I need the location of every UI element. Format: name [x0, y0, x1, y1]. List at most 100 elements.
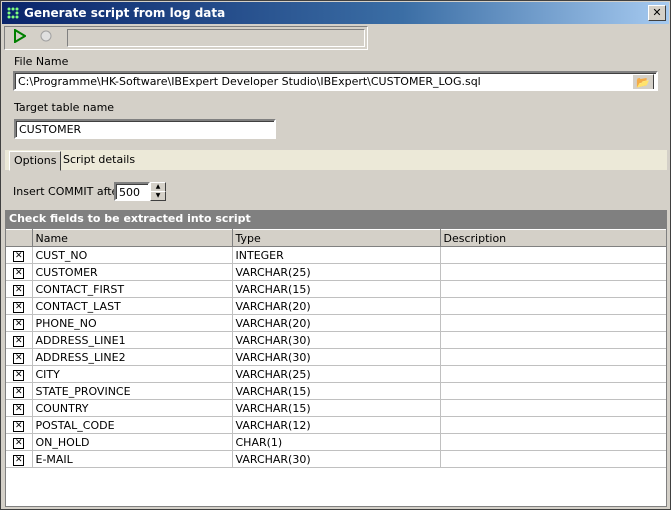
- cell-name[interactable]: CONTACT_FIRST: [32, 280, 233, 298]
- row-checkbox[interactable]: ✕: [13, 302, 25, 313]
- cell-type[interactable]: VARCHAR(20): [232, 314, 441, 332]
- close-button[interactable]: ✕: [648, 5, 666, 21]
- cell-name[interactable]: ON_HOLD: [32, 433, 233, 451]
- cell-type[interactable]: CHAR(1): [232, 433, 441, 451]
- cell-description[interactable]: [440, 314, 666, 332]
- row-checkbox[interactable]: ✕: [13, 268, 25, 279]
- row-checkbox-cell[interactable]: ✕: [6, 297, 33, 315]
- cell-description[interactable]: [440, 263, 666, 281]
- row-checkbox-cell[interactable]: ✕: [6, 314, 33, 332]
- column-header-type[interactable]: Type: [232, 229, 441, 247]
- cell-type[interactable]: VARCHAR(20): [232, 297, 441, 315]
- table-row[interactable]: ✕ STATE_PROVINCE VARCHAR(15): [6, 382, 666, 400]
- cell-type[interactable]: VARCHAR(12): [232, 416, 441, 434]
- row-checkbox-cell[interactable]: ✕: [6, 433, 33, 451]
- column-header-description[interactable]: Description: [440, 229, 666, 247]
- cell-name[interactable]: CUSTOMER: [32, 263, 233, 281]
- row-checkbox[interactable]: ✕: [13, 353, 25, 364]
- row-checkbox[interactable]: ✕: [13, 319, 25, 330]
- cell-name[interactable]: CONTACT_LAST: [32, 297, 233, 315]
- table-row[interactable]: ✕ ADDRESS_LINE1 VARCHAR(30): [6, 331, 666, 349]
- target-table-label: Target table name: [14, 101, 115, 114]
- cell-description[interactable]: [440, 416, 666, 434]
- target-table-value: CUSTOMER: [19, 123, 82, 136]
- table-row[interactable]: ✕ COUNTRY VARCHAR(15): [6, 399, 666, 417]
- commit-spinner[interactable]: 500 ▲ ▼: [114, 182, 166, 201]
- commit-value-input[interactable]: 500: [114, 182, 150, 201]
- cell-description[interactable]: [440, 399, 666, 417]
- file-name-input[interactable]: C:\Programme\HK-Software\IBExpert Develo…: [13, 71, 658, 91]
- row-checkbox-cell[interactable]: ✕: [6, 331, 33, 349]
- table-row[interactable]: ✕ POSTAL_CODE VARCHAR(12): [6, 416, 666, 434]
- arrow-up-icon: ▲: [155, 183, 161, 190]
- row-checkbox-cell[interactable]: ✕: [6, 348, 33, 366]
- cell-name[interactable]: ADDRESS_LINE2: [32, 348, 233, 366]
- row-checkbox[interactable]: ✕: [13, 251, 25, 262]
- row-checkbox[interactable]: ✕: [13, 455, 25, 466]
- table-row[interactable]: ✕ ADDRESS_LINE2 VARCHAR(30): [6, 348, 666, 366]
- cell-name[interactable]: STATE_PROVINCE: [32, 382, 233, 400]
- cell-type[interactable]: INTEGER: [232, 246, 441, 264]
- cell-name[interactable]: CUST_NO: [32, 246, 233, 264]
- row-checkbox-cell[interactable]: ✕: [6, 263, 33, 281]
- cell-name[interactable]: COUNTRY: [32, 399, 233, 417]
- row-checkbox[interactable]: ✕: [13, 387, 25, 398]
- cell-type[interactable]: VARCHAR(25): [232, 365, 441, 383]
- row-checkbox[interactable]: ✕: [13, 370, 25, 381]
- row-checkbox-cell[interactable]: ✕: [6, 382, 33, 400]
- play-icon: [14, 28, 27, 44]
- close-icon: ✕: [652, 6, 662, 19]
- cell-type[interactable]: VARCHAR(25): [232, 263, 441, 281]
- row-checkbox-cell[interactable]: ✕: [6, 399, 33, 417]
- cell-type[interactable]: VARCHAR(30): [232, 331, 441, 349]
- tab-options[interactable]: Options: [9, 151, 62, 171]
- column-header-name[interactable]: Name: [32, 229, 233, 247]
- row-checkbox-cell[interactable]: ✕: [6, 280, 33, 298]
- cell-description[interactable]: [440, 365, 666, 383]
- cell-type[interactable]: VARCHAR(30): [232, 348, 441, 366]
- stop-button[interactable]: [37, 29, 55, 47]
- cell-type[interactable]: VARCHAR(30): [232, 450, 441, 468]
- dialog-window: Generate script from log data ✕ File Nam…: [0, 0, 671, 510]
- cell-name[interactable]: PHONE_NO: [32, 314, 233, 332]
- row-checkbox-cell[interactable]: ✕: [6, 246, 33, 264]
- row-checkbox-cell[interactable]: ✕: [6, 365, 33, 383]
- cell-name[interactable]: POSTAL_CODE: [32, 416, 233, 434]
- fields-table: Name Type Description ✕ CUST_NO INTEGER ✕ CU…: [6, 229, 666, 468]
- table-row[interactable]: ✕ CUST_NO INTEGER: [6, 246, 666, 264]
- row-checkbox[interactable]: ✕: [13, 438, 25, 449]
- cell-description[interactable]: [440, 382, 666, 400]
- cell-type[interactable]: VARCHAR(15): [232, 280, 441, 298]
- table-row[interactable]: ✕ CITY VARCHAR(25): [6, 365, 666, 383]
- row-checkbox[interactable]: ✕: [13, 404, 25, 415]
- cell-description[interactable]: [440, 433, 666, 451]
- table-row[interactable]: ✕ PHONE_NO VARCHAR(20): [6, 314, 666, 332]
- row-checkbox-cell[interactable]: ✕: [6, 416, 33, 434]
- table-row[interactable]: ✕ CONTACT_FIRST VARCHAR(15): [6, 280, 666, 298]
- spin-down-button[interactable]: ▼: [150, 191, 166, 201]
- row-checkbox[interactable]: ✕: [13, 336, 25, 347]
- cell-description[interactable]: [440, 348, 666, 366]
- table-row[interactable]: ✕ ON_HOLD CHAR(1): [6, 433, 666, 451]
- cell-type[interactable]: VARCHAR(15): [232, 399, 441, 417]
- table-row[interactable]: ✕ CONTACT_LAST VARCHAR(20): [6, 297, 666, 315]
- target-table-input[interactable]: CUSTOMER: [14, 119, 276, 139]
- browse-button[interactable]: 📂: [632, 74, 654, 89]
- cell-description[interactable]: [440, 280, 666, 298]
- cell-type[interactable]: VARCHAR(15): [232, 382, 441, 400]
- cell-description[interactable]: [440, 450, 666, 468]
- row-checkbox[interactable]: ✕: [13, 285, 25, 296]
- tab-script-details[interactable]: Script details: [59, 151, 139, 169]
- cell-name[interactable]: E-MAIL: [32, 450, 233, 468]
- table-header-row: Name Type Description: [6, 229, 666, 247]
- cell-description[interactable]: [440, 246, 666, 264]
- cell-name[interactable]: CITY: [32, 365, 233, 383]
- row-checkbox[interactable]: ✕: [13, 421, 25, 432]
- run-button[interactable]: [11, 28, 29, 47]
- table-row[interactable]: ✕ E-MAIL VARCHAR(30): [6, 450, 666, 468]
- cell-name[interactable]: ADDRESS_LINE1: [32, 331, 233, 349]
- table-row[interactable]: ✕ CUSTOMER VARCHAR(25): [6, 263, 666, 281]
- cell-description[interactable]: [440, 297, 666, 315]
- row-checkbox-cell[interactable]: ✕: [6, 450, 33, 468]
- cell-description[interactable]: [440, 331, 666, 349]
